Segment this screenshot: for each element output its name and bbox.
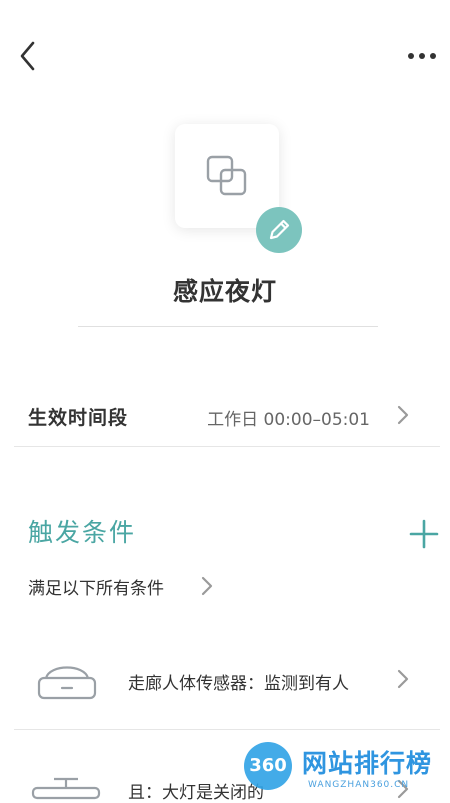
divider xyxy=(14,729,440,730)
watermark: 360 网站排行榜 WANGZHAN360.CN xyxy=(244,740,450,800)
divider xyxy=(14,446,440,447)
more-button[interactable] xyxy=(404,44,440,68)
scene-name[interactable]: 感应夜灯 xyxy=(0,272,450,308)
watermark-subtitle: WANGZHAN360.CN xyxy=(308,780,410,790)
condition-mode-label: 满足以下所有条件 xyxy=(28,579,164,599)
chevron-left-icon xyxy=(20,41,35,71)
sensor-icon xyxy=(37,666,97,700)
ceiling-light-icon xyxy=(31,777,101,800)
trigger-section-title: 触发条件 xyxy=(28,518,137,547)
scene-icon xyxy=(206,155,247,196)
effective-time-value: 工作日 00:00–05:01 xyxy=(207,410,370,430)
chevron-right-icon xyxy=(397,405,409,425)
chevron-right-icon xyxy=(397,669,409,689)
condition-label: 走廊人体传感器：监测到有人 xyxy=(128,674,349,694)
watermark-logo: 360 xyxy=(244,742,292,790)
back-button[interactable] xyxy=(14,38,44,74)
pencil-icon xyxy=(269,219,290,240)
edit-icon-button[interactable] xyxy=(256,207,302,253)
watermark-title: 网站排行榜 xyxy=(302,749,433,778)
chevron-right-icon xyxy=(201,576,213,596)
name-underline xyxy=(78,326,378,327)
add-condition-button[interactable] xyxy=(406,516,442,552)
more-dots-icon xyxy=(408,53,436,59)
effective-time-label: 生效时间段 xyxy=(28,407,129,429)
plus-icon xyxy=(409,519,439,549)
